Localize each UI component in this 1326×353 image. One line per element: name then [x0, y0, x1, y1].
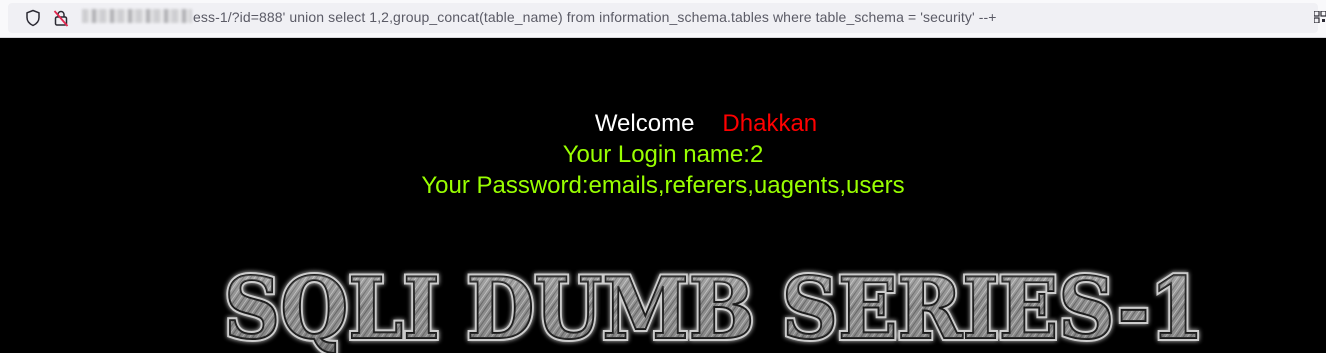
insecure-lock-icon[interactable]: [53, 9, 69, 27]
shield-icon[interactable]: [25, 9, 41, 27]
browser-address-bar: ess-1/?id=888' union select 1,2,group_co…: [0, 0, 1326, 38]
url-text[interactable]: ess-1/?id=888' union select 1,2,group_co…: [193, 9, 997, 25]
welcome-label: Welcome: [594, 110, 695, 137]
banner-shade: SQLI DUMB SERIES-1: [224, 262, 1204, 353]
login-name-text: Your Login name:2: [562, 141, 764, 168]
welcome-name: Dhakkan: [722, 110, 818, 137]
sqli-dumb-series-banner: SQLI DUMB SERIES-1 SQLI DUMB SERIES-1 SQ…: [221, 262, 1207, 353]
qr-code-icon[interactable]: [1314, 11, 1326, 23]
blurred-hostname: [82, 9, 192, 23]
password-text: Your Password:emails,referers,uagents,us…: [421, 172, 905, 199]
welcome-line: Welcome Dhakkan: [0, 110, 1326, 138]
page-content: Welcome Dhakkan Your Login name:2 Your Pa…: [0, 38, 1326, 353]
